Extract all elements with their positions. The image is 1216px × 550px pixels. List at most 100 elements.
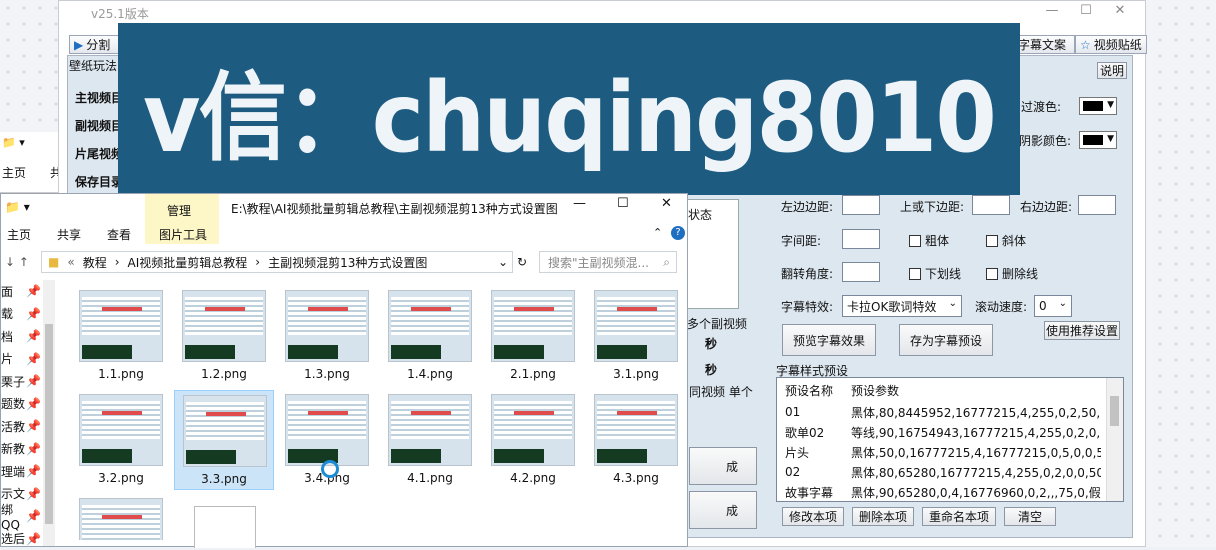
tab-video-sticker[interactable]: ☆ 视频贴纸 [1075, 35, 1147, 54]
file-tile[interactable]: 1.1.png [71, 286, 171, 386]
list-item[interactable]: 02黑体,80,65280,16777215,4,255,0,2,0,0,50,… [777, 462, 1107, 482]
maximize-icon[interactable]: ☐ [1069, 3, 1103, 18]
list-item[interactable]: 片头黑体,50,0,16777215,4,16777215,0,5,0,0,50… [777, 442, 1107, 462]
subtab-wallpaper[interactable]: 壁纸玩法 [69, 57, 117, 74]
rename-preset-button[interactable]: 重命名本项 [922, 507, 996, 526]
list-item[interactable]: 故事字幕 黑体,90,65280,0,4,16776960,0,2,,,75,0,… [777, 482, 1107, 502]
edit-preset-button[interactable]: 修改本项 [782, 507, 844, 526]
breadcrumb-overflow[interactable]: « [67, 255, 74, 269]
list-scrollbar[interactable] [1106, 378, 1123, 501]
minimize-icon[interactable]: — [573, 196, 586, 211]
transition-color-picker[interactable]: ▼ [1079, 97, 1117, 115]
bold-checkbox[interactable]: 粗体 [909, 232, 949, 249]
preview-subtitle-button[interactable]: 预览字幕效果 [782, 324, 876, 356]
preset-params: 黑体,80,8445952,16777215,4,255,0,2,50,0,..… [851, 404, 1101, 421]
nav-arrows[interactable]: ↓ ↑ [5, 255, 29, 269]
file-explorer-window: 📁 ▾ 管理 E:\教程\AI视频批量剪辑总教程\主副视频混剪13种方式设置图 … [0, 193, 688, 547]
file-tile[interactable] [71, 494, 171, 540]
preset-list[interactable]: 预设名称 预设参数 01黑体,80,8445952,16777215,4,255… [776, 377, 1124, 502]
file-tile[interactable]: 3.1.png [586, 286, 686, 386]
clear-presets-button[interactable]: 清空 [1004, 507, 1056, 526]
pin-icon: 📌 [26, 284, 41, 298]
list-item[interactable]: 歌单02等线,90,16754943,16777215,4,255,0,2,0,… [777, 422, 1107, 442]
file-tile[interactable]: 2.1.png [483, 286, 583, 386]
breadcrumb-item[interactable]: 教程 [83, 254, 107, 271]
ribbon-tab-share[interactable]: 共享 [57, 226, 81, 243]
scroll-speed-select[interactable]: 0⌄ [1034, 295, 1072, 317]
left-margin-input[interactable] [842, 195, 880, 215]
preset-name: 歌单02 [785, 424, 824, 441]
italic-checkbox[interactable]: 斜体 [986, 232, 1026, 249]
delete-preset-button[interactable]: 删除本项 [852, 507, 914, 526]
letter-spacing-input[interactable] [842, 229, 880, 249]
vertical-margin-input[interactable] [972, 195, 1010, 215]
app-title: v25.1版本 [91, 5, 149, 22]
preset-params: 黑体,90,65280,0,4,16776960,0,2,,,75,0,假,..… [851, 484, 1101, 501]
image-thumbnail [491, 394, 575, 466]
search-icon: ⌕ [663, 255, 670, 270]
shadow-color-picker[interactable]: ▼ [1079, 131, 1117, 149]
tab-split[interactable]: ▶ 分割 [69, 35, 123, 54]
address-bar[interactable]: ■ « 教程 › AI视频批量剪辑总教程 › 主副视频混剪13种方式设置图 ⌄ [41, 251, 513, 273]
help-icon[interactable]: ? [671, 226, 685, 240]
underline-label: 下划线 [925, 265, 961, 282]
image-thumbnail [594, 290, 678, 362]
minimize-icon[interactable]: — [1035, 3, 1069, 18]
scrollbar-thumb[interactable] [1110, 396, 1119, 426]
file-tile[interactable]: 4.3.png [586, 390, 686, 490]
color-swatch [1083, 135, 1103, 145]
breadcrumb-item[interactable]: 主副视频混剪13种方式设置图 [268, 254, 427, 271]
file-tile[interactable]: 4.2.png [483, 390, 583, 490]
star-icon: ☆ [1080, 38, 1091, 52]
pin-icon: 📌 [26, 532, 41, 546]
file-tile[interactable]: 1.3.png [277, 286, 377, 386]
help-button[interactable]: 说明 [1097, 62, 1127, 79]
refresh-icon[interactable]: ↻ [517, 255, 527, 269]
use-recommended-button[interactable]: 使用推荐设置 [1044, 321, 1120, 340]
ribbon-tab-home[interactable]: 主页 [2, 164, 26, 181]
vertical-margin-label: 上或下边距: [900, 198, 964, 215]
ribbon-tab-home[interactable]: 主页 [7, 226, 31, 243]
document-file-icon[interactable] [194, 506, 256, 548]
column-header-params: 预设参数 [851, 382, 1101, 399]
tab-subtitle-copy[interactable]: 字幕文案 [1013, 35, 1075, 54]
maximize-icon[interactable]: ☐ [617, 196, 629, 211]
breadcrumb-item[interactable]: AI视频批量剪辑总教程 [128, 254, 248, 271]
right-margin-input[interactable] [1078, 195, 1116, 215]
image-thumbnail [183, 395, 267, 467]
file-name: 1.4.png [380, 367, 480, 381]
file-tile[interactable]: 3.2.png [71, 390, 171, 490]
preset-name: 故事字幕 [785, 484, 833, 501]
context-tab-manage[interactable]: 管理 [167, 202, 191, 219]
generate-button-2[interactable]: 成 [689, 491, 757, 529]
folder-icon: 📁 ▾ [2, 136, 25, 149]
image-thumbnail [285, 290, 369, 362]
file-tile[interactable]: 1.4.png [380, 286, 480, 386]
strikethrough-checkbox[interactable]: 删除线 [986, 265, 1038, 282]
save-preset-button[interactable]: 存为字幕预设 [899, 324, 993, 356]
chevron-down-icon[interactable]: ⌄ [498, 255, 508, 269]
underline-checkbox[interactable]: 下划线 [909, 265, 961, 282]
close-icon[interactable]: ✕ [1103, 3, 1137, 18]
ribbon-tab-picture-tools[interactable]: 图片工具 [159, 226, 207, 243]
file-name: 4.1.png [380, 471, 480, 485]
list-item[interactable]: 01黑体,80,8445952,16777215,4,255,0,2,50,0,… [777, 402, 1107, 422]
search-input[interactable]: 搜索"主副视频混... ⌕ [539, 251, 677, 273]
nav-scrollbar[interactable] [43, 280, 55, 546]
transition-color-label: 过渡色: [1021, 98, 1061, 115]
rotate-angle-input[interactable] [842, 262, 880, 282]
file-tile[interactable]: 1.2.png [174, 286, 274, 386]
file-tile-selected[interactable]: 3.3.png [174, 390, 274, 490]
multi-sub-video-label: 多个副视频 [687, 315, 747, 332]
ribbon-tab-view[interactable]: 查看 [107, 226, 131, 243]
close-icon[interactable]: ✕ [661, 196, 672, 211]
image-thumbnail [79, 394, 163, 466]
effect-select[interactable]: 卡拉OK歌词特效⌄ [842, 295, 962, 317]
right-margin-label: 右边边距: [1020, 198, 1072, 215]
chevron-up-icon[interactable]: ⌃ [653, 226, 662, 239]
chevron-right-icon: › [255, 255, 260, 269]
generate-button[interactable]: 成 [689, 447, 757, 485]
scrollbar-thumb[interactable] [45, 324, 53, 524]
left-margin-label: 左边边距: [781, 198, 833, 215]
file-tile[interactable]: 4.1.png [380, 390, 480, 490]
